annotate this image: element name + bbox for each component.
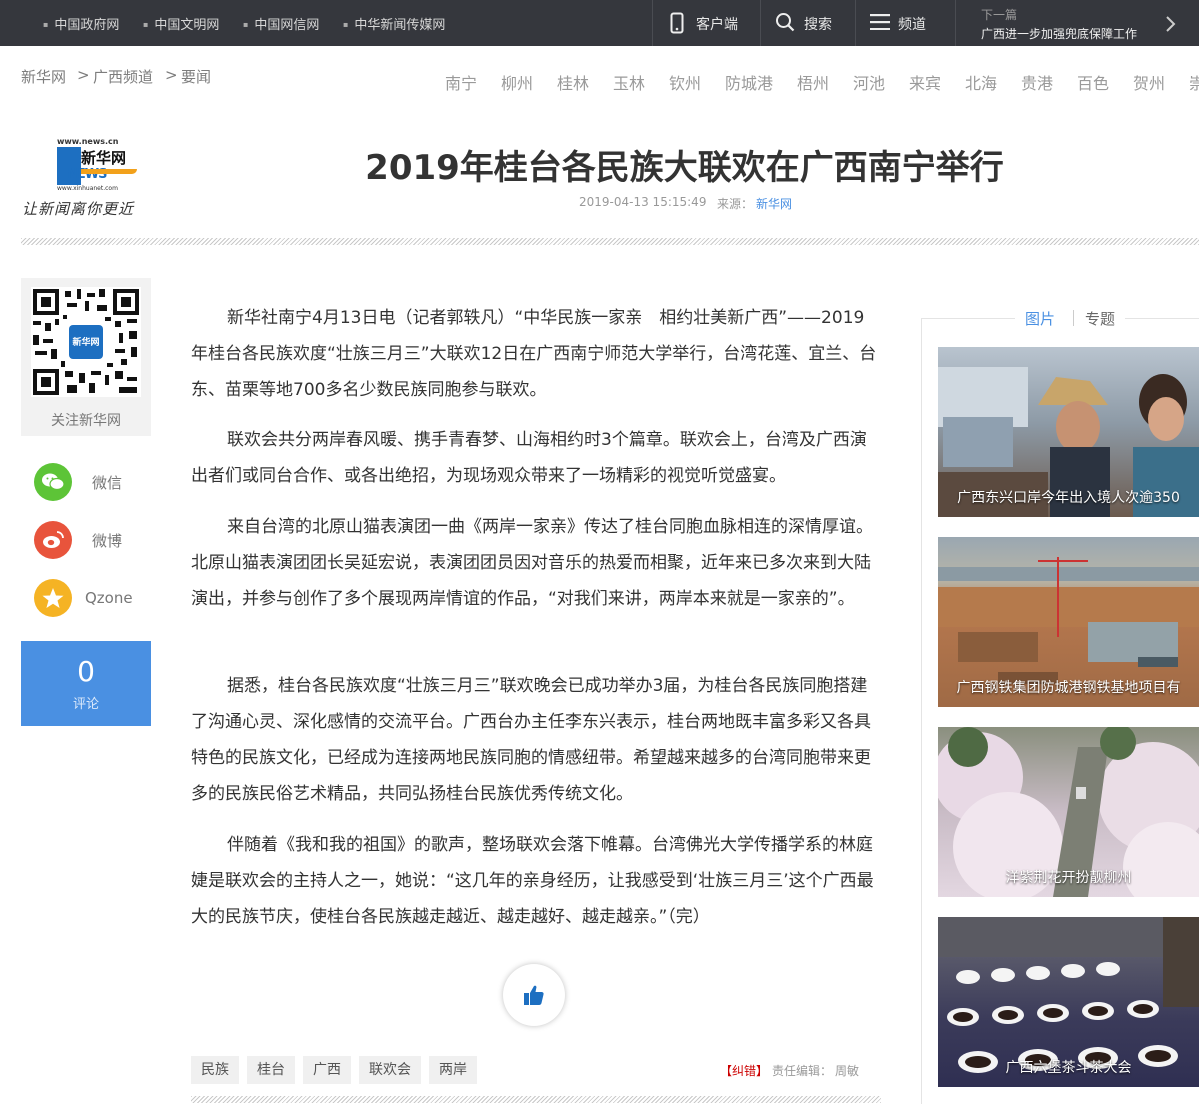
city-link[interactable]: 来宾: [909, 70, 941, 94]
divider: [955, 0, 956, 46]
channel-label: 频道: [898, 17, 926, 33]
city-link[interactable]: 防城港: [725, 70, 773, 94]
source-label: 来源：: [717, 197, 754, 211]
next-article-link[interactable]: 下一篇 广西进一步加强兜底保障工作: [975, 0, 1199, 46]
tab-topics[interactable]: 专题: [1085, 308, 1115, 329]
city-link[interactable]: 北海: [965, 70, 997, 94]
photo-card[interactable]: 广西钢铁集团防城港钢铁基地项目有: [938, 537, 1199, 707]
comment-count: 0: [77, 655, 95, 688]
city-link[interactable]: 钦州: [669, 70, 701, 94]
chevron-right-icon: [1166, 16, 1176, 32]
breadcrumb-current[interactable]: 要闻: [181, 66, 211, 87]
tab-photos[interactable]: 图片: [1025, 308, 1055, 329]
photo-card[interactable]: 洋紫荆花开扮靓柳州: [938, 727, 1199, 897]
qr-caption: 关注新华网: [51, 413, 121, 429]
city-link[interactable]: 贵港: [1021, 70, 1053, 94]
qzone-label: Qzone: [85, 589, 133, 607]
wechat-label: 微信: [92, 474, 123, 492]
article-datetime: 2019-04-13 15:15:49: [579, 195, 707, 209]
city-link[interactable]: 崇: [1189, 70, 1199, 94]
tab-bar: 图片 专题: [1015, 302, 1125, 330]
search-label: 搜索: [804, 17, 832, 33]
like-button[interactable]: [503, 964, 565, 1026]
press-media-link[interactable]: 中华新闻传媒网: [343, 14, 445, 33]
share-qzone-button[interactable]: Qzone: [34, 579, 144, 617]
correction-link[interactable]: 【纠错】: [720, 1062, 768, 1079]
sidebar-border: [921, 318, 922, 1104]
channel-button[interactable]: 频道: [870, 11, 940, 35]
article-paragraph: 新华社南宁4月13日电（记者郭轶凡）“中华民族一家亲 相约壮美新广西”——201…: [191, 308, 877, 400]
city-link[interactable]: 河池: [853, 70, 885, 94]
photo-caption: 广西东兴口岸今年出入境人次逾350: [957, 490, 1180, 506]
thumbs-up-icon: [524, 985, 544, 1005]
next-label: 下一篇: [981, 8, 1018, 22]
breadcrumb-separator: >: [165, 66, 178, 84]
photo-caption: 广西钢铁集团防城港钢铁基地项目有: [956, 680, 1181, 696]
photo-card[interactable]: 广西东兴口岸今年出入境人次逾350: [938, 347, 1199, 517]
wechat-icon: [34, 463, 72, 501]
phone-icon: [670, 12, 684, 34]
article-paragraph: 据悉，桂台各民族欢度“壮族三月三”联欢晚会已成功举办3届，为桂台各民族同胞搭建了…: [191, 676, 871, 804]
city-link[interactable]: 柳州: [501, 70, 533, 94]
divider: [1073, 310, 1074, 326]
logo-slogan: 让新闻离你更近: [22, 200, 135, 218]
city-link[interactable]: 梧州: [797, 70, 829, 94]
city-link[interactable]: 玉林: [613, 70, 645, 94]
editor-name: 周敏: [835, 1064, 860, 1078]
photo-caption: 广西六堡茶斗茶大会: [1005, 1060, 1132, 1076]
share-weibo-button[interactable]: 微博: [34, 521, 134, 559]
divider: [191, 1096, 881, 1103]
divider: [855, 0, 856, 46]
photo-caption: 洋紫荆花开扮靓柳州: [1005, 870, 1132, 886]
divider: [652, 0, 653, 46]
weibo-icon: [34, 521, 72, 559]
menu-icon: [870, 14, 890, 30]
weibo-label: 微博: [92, 532, 123, 550]
client-label: 客户端: [696, 17, 738, 33]
city-link[interactable]: 南宁: [445, 70, 477, 94]
article-paragraph: 联欢会共分两岸春风暖、携手青春梦、山海相约时3个篇章。联欢会上，台湾及广西演出者…: [191, 430, 867, 486]
tag-link[interactable]: 桂台: [247, 1056, 295, 1084]
tag-link[interactable]: 联欢会: [359, 1056, 421, 1084]
city-link[interactable]: 贺州: [1133, 70, 1165, 94]
qr-center-text: 新华网: [72, 338, 100, 348]
article-paragraph: 来自台湾的北原山猫表演团一曲《两岸一家亲》传达了桂台同胞血脉相连的深情厚谊。北原…: [191, 517, 873, 609]
gov-link[interactable]: 中国政府网: [43, 14, 119, 33]
civilization-link[interactable]: 中国文明网: [143, 14, 219, 33]
source-link[interactable]: 新华网: [756, 195, 792, 212]
top-bar: 中国政府网 中国文明网 中国网信网 中华新闻传媒网 客户端 搜索 频道 下一篇 …: [0, 0, 1199, 46]
article-title: 2019年桂台各民族大联欢在广西南宁举行: [365, 148, 1004, 188]
photo-card[interactable]: 广西六堡茶斗茶大会: [938, 917, 1199, 1087]
tag-link[interactable]: 民族: [191, 1056, 239, 1084]
tag-link[interactable]: 广西: [303, 1056, 351, 1084]
search-button[interactable]: 搜索: [775, 11, 845, 35]
next-title: 广西进一步加强兜底保障工作: [981, 27, 1138, 41]
comment-label: 评论: [72, 697, 99, 712]
cac-link[interactable]: 中国网信网: [243, 14, 319, 33]
breadcrumb-channel[interactable]: 广西频道: [93, 66, 153, 87]
breadcrumb-home[interactable]: 新华网: [21, 66, 66, 87]
qr-code-box: 新华网 关注新华网: [21, 278, 151, 436]
search-icon: [776, 13, 795, 32]
divider: [21, 238, 1199, 245]
city-link[interactable]: 桂林: [557, 70, 589, 94]
qzone-star-icon: [34, 579, 72, 617]
editor-label: 责任编辑：: [772, 1064, 833, 1078]
client-button[interactable]: 客户端: [668, 11, 778, 35]
comment-button[interactable]: 0 评论: [21, 641, 151, 726]
breadcrumb-separator: >: [77, 66, 90, 84]
tag-link[interactable]: 两岸: [429, 1056, 477, 1084]
city-link[interactable]: 百色: [1077, 70, 1109, 94]
share-wechat-button[interactable]: 微信: [34, 463, 134, 501]
article-paragraph: 伴随着《我和我的祖国》的歌声，整场联欢会落下帷幕。台湾佛光大学传播学系的林庭婕是…: [191, 835, 874, 927]
